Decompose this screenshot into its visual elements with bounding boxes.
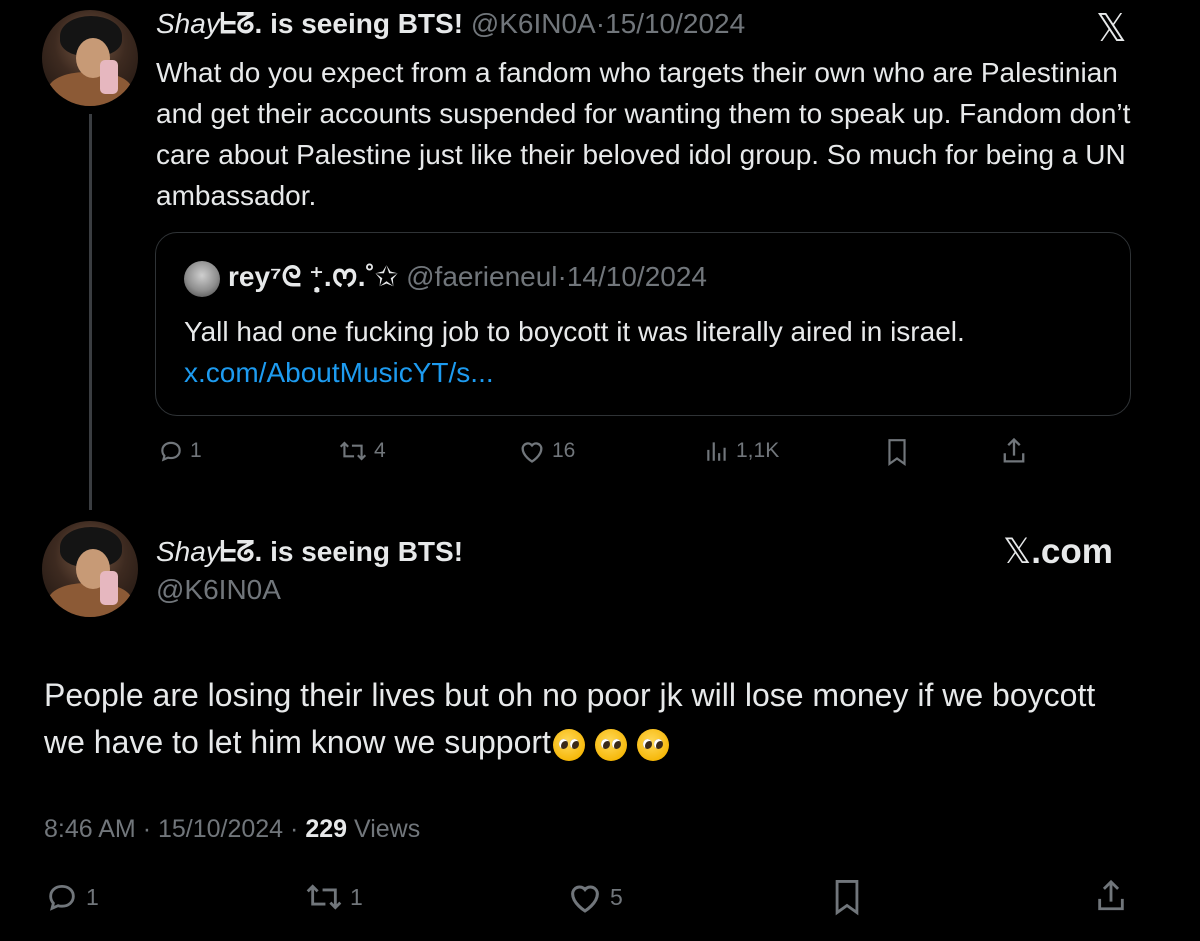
tweet-time[interactable]: 8:46 AM xyxy=(44,815,136,843)
x-logo-icon[interactable]: 𝕏 xyxy=(1096,8,1127,48)
like-count: 16 xyxy=(552,439,576,462)
emoji-group xyxy=(552,728,669,761)
handle[interactable]: @K6IN0A xyxy=(156,572,281,608)
like-count: 5 xyxy=(610,883,623,910)
tweet-text: People are losing their lives but oh no … xyxy=(44,672,1144,766)
quote-body: Yall had one fucking job to boycott it w… xyxy=(184,316,965,347)
views-button[interactable]: 1,1K xyxy=(704,438,779,464)
pleading-face-icon xyxy=(636,728,669,761)
separator: · xyxy=(557,261,567,292)
heart-icon xyxy=(521,442,543,463)
separator: · xyxy=(142,815,152,843)
reply-icon xyxy=(161,441,181,462)
quote-header: rey⁷ᘓ ⁺̣̩̩.ᰔ.˚✩ @faerieneul·14/10/2024 xyxy=(228,259,707,295)
tweet-date[interactable]: 15/10/2024 xyxy=(605,8,745,39)
tweet-text: What do you expect from a fandom who tar… xyxy=(156,57,1131,211)
reply-count: 1 xyxy=(86,883,99,910)
display-name[interactable]: Shayᖶᘔ. is seeing BTS! xyxy=(156,8,463,39)
separator: · xyxy=(595,8,606,39)
pleading-face-icon xyxy=(552,728,585,761)
quote-tweet-card[interactable]: rey⁷ᘓ ⁺̣̩̩.ᰔ.˚✩ @faerieneul·14/10/2024 Y… xyxy=(155,232,1131,416)
like-button[interactable]: 5 xyxy=(566,880,623,914)
reply-icon xyxy=(49,884,75,911)
display-name[interactable]: Shayᖶᘔ. is seeing BTS! xyxy=(156,534,463,570)
pleading-face-icon xyxy=(594,728,627,761)
views-chart-icon xyxy=(707,442,726,461)
views-count: 229 xyxy=(305,815,348,843)
repost-button[interactable]: 1 xyxy=(304,880,363,914)
views-label: Views xyxy=(354,815,421,843)
views-count: 1,1K xyxy=(736,439,780,462)
repost-count: 4 xyxy=(374,439,386,462)
quote-date: 14/10/2024 xyxy=(566,261,707,292)
x-logo-icon: 𝕏 xyxy=(1003,532,1032,572)
share-icon xyxy=(1098,879,1124,911)
bookmark-button[interactable] xyxy=(830,878,864,916)
quote-display-name: rey⁷ᘓ ⁺̣̩̩.ᰔ.˚✩ xyxy=(228,261,399,292)
handle[interactable]: @K6IN0A xyxy=(471,8,596,39)
reply-button[interactable]: 1 xyxy=(158,438,202,464)
quote-handle: @faerieneul xyxy=(406,261,558,292)
repost-icon xyxy=(339,441,367,461)
heart-icon xyxy=(571,885,599,913)
repost-button[interactable]: 4 xyxy=(338,438,386,464)
bookmark-icon xyxy=(835,880,859,916)
repost-icon xyxy=(306,884,342,910)
share-button[interactable] xyxy=(1094,876,1128,916)
x-com-brand: 𝕏.com xyxy=(1003,532,1113,572)
quote-link[interactable]: x.com/AboutMusicYT/s... xyxy=(184,352,1104,393)
bookmark-icon xyxy=(888,439,906,466)
share-button[interactable] xyxy=(1000,436,1028,466)
thread-line xyxy=(89,114,92,510)
quote-avatar xyxy=(184,261,220,297)
reply-button[interactable]: 1 xyxy=(44,880,99,914)
tweet-date[interactable]: 15/10/2024 xyxy=(158,815,283,843)
quote-text: Yall had one fucking job to boycott it w… xyxy=(184,311,1104,393)
like-button[interactable]: 16 xyxy=(518,438,575,464)
repost-count: 1 xyxy=(350,883,363,910)
separator: · xyxy=(290,815,299,843)
tweet-meta: 8:46 AM · 15/10/2024 · 229 Views xyxy=(44,812,420,846)
avatar[interactable] xyxy=(42,521,138,617)
reply-count: 1 xyxy=(190,439,202,462)
reply-tweet-header: Shayᖶᘔ. is seeing BTS! @K6IN0A·15/10/202… xyxy=(156,6,745,42)
bookmark-button[interactable] xyxy=(884,438,910,466)
share-icon xyxy=(1003,437,1025,463)
avatar[interactable] xyxy=(42,10,138,106)
